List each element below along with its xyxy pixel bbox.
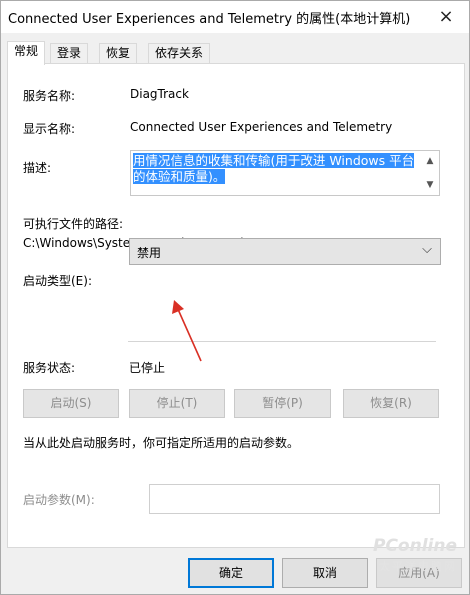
description-selection: 用情况信息的收集和传输(用于改进 Windows 平台的体验和质量)。 — [133, 153, 415, 184]
service-status-label: 服务状态: — [23, 361, 76, 375]
start-params-input[interactable] — [149, 484, 440, 514]
scroll-up-icon[interactable]: ▲ — [423, 154, 437, 168]
tab-general[interactable]: 常规 — [7, 41, 46, 65]
service-status-value: 已停止 — [129, 361, 166, 375]
properties-dialog: Connected User Experiences and Telemetry… — [0, 0, 470, 595]
start-params-label: 启动参数(M): — [23, 493, 95, 507]
display-name-value: Connected User Experiences and Telemetry — [130, 120, 393, 134]
tab-dependencies[interactable]: 依存关系 — [148, 43, 211, 64]
close-icon[interactable]: × — [423, 1, 469, 32]
watermark-logo: PConline — [372, 536, 457, 556]
divider — [128, 341, 436, 342]
tab-recovery[interactable]: 恢复 — [99, 43, 138, 64]
pause-button[interactable]: 暂停(P) — [234, 389, 331, 418]
scroll-down-icon[interactable]: ▼ — [423, 178, 437, 192]
display-name-label: 显示名称: — [23, 122, 76, 136]
startup-params-hint: 当从此处启动服务时，你可指定所适用的启动参数。 — [23, 436, 300, 450]
cancel-button[interactable]: 取消 — [282, 558, 368, 588]
service-name-label: 服务名称: — [23, 89, 76, 103]
stop-button[interactable]: 停止(T) — [129, 389, 225, 418]
description-textbox[interactable]: 用情况信息的收集和传输(用于改进 Windows 平台的体验和质量)。 ▲ ▼ — [130, 150, 440, 196]
tab-bar: 常规 登录 恢复 依存关系 — [7, 41, 465, 65]
start-button[interactable]: 启动(S) — [23, 389, 119, 418]
exec-path-label: 可执行文件的路径: — [23, 217, 124, 231]
general-panel: 服务名称: DiagTrack 显示名称: Connected User Exp… — [7, 63, 465, 548]
startup-type-value: 禁用 — [137, 246, 162, 260]
title-bar: Connected User Experiences and Telemetry… — [1, 1, 469, 33]
ok-button[interactable]: 确定 — [188, 558, 274, 588]
startup-type-select[interactable]: 禁用 ⌵ — [129, 238, 441, 265]
description-label: 描述: — [23, 161, 52, 175]
resume-button[interactable]: 恢复(R) — [343, 389, 439, 418]
tab-logon[interactable]: 登录 — [50, 43, 89, 64]
watermark-subtitle: 太平洋电脑网 — [379, 560, 457, 573]
chevron-down-icon: ⌵ — [422, 242, 432, 257]
window-title: Connected User Experiences and Telemetry… — [8, 12, 411, 27]
service-name-value: DiagTrack — [130, 87, 189, 101]
startup-type-label: 启动类型(E): — [23, 274, 92, 288]
description-text: 用情况信息的收集和传输(用于改进 Windows 平台的体验和质量)。 — [133, 153, 421, 185]
